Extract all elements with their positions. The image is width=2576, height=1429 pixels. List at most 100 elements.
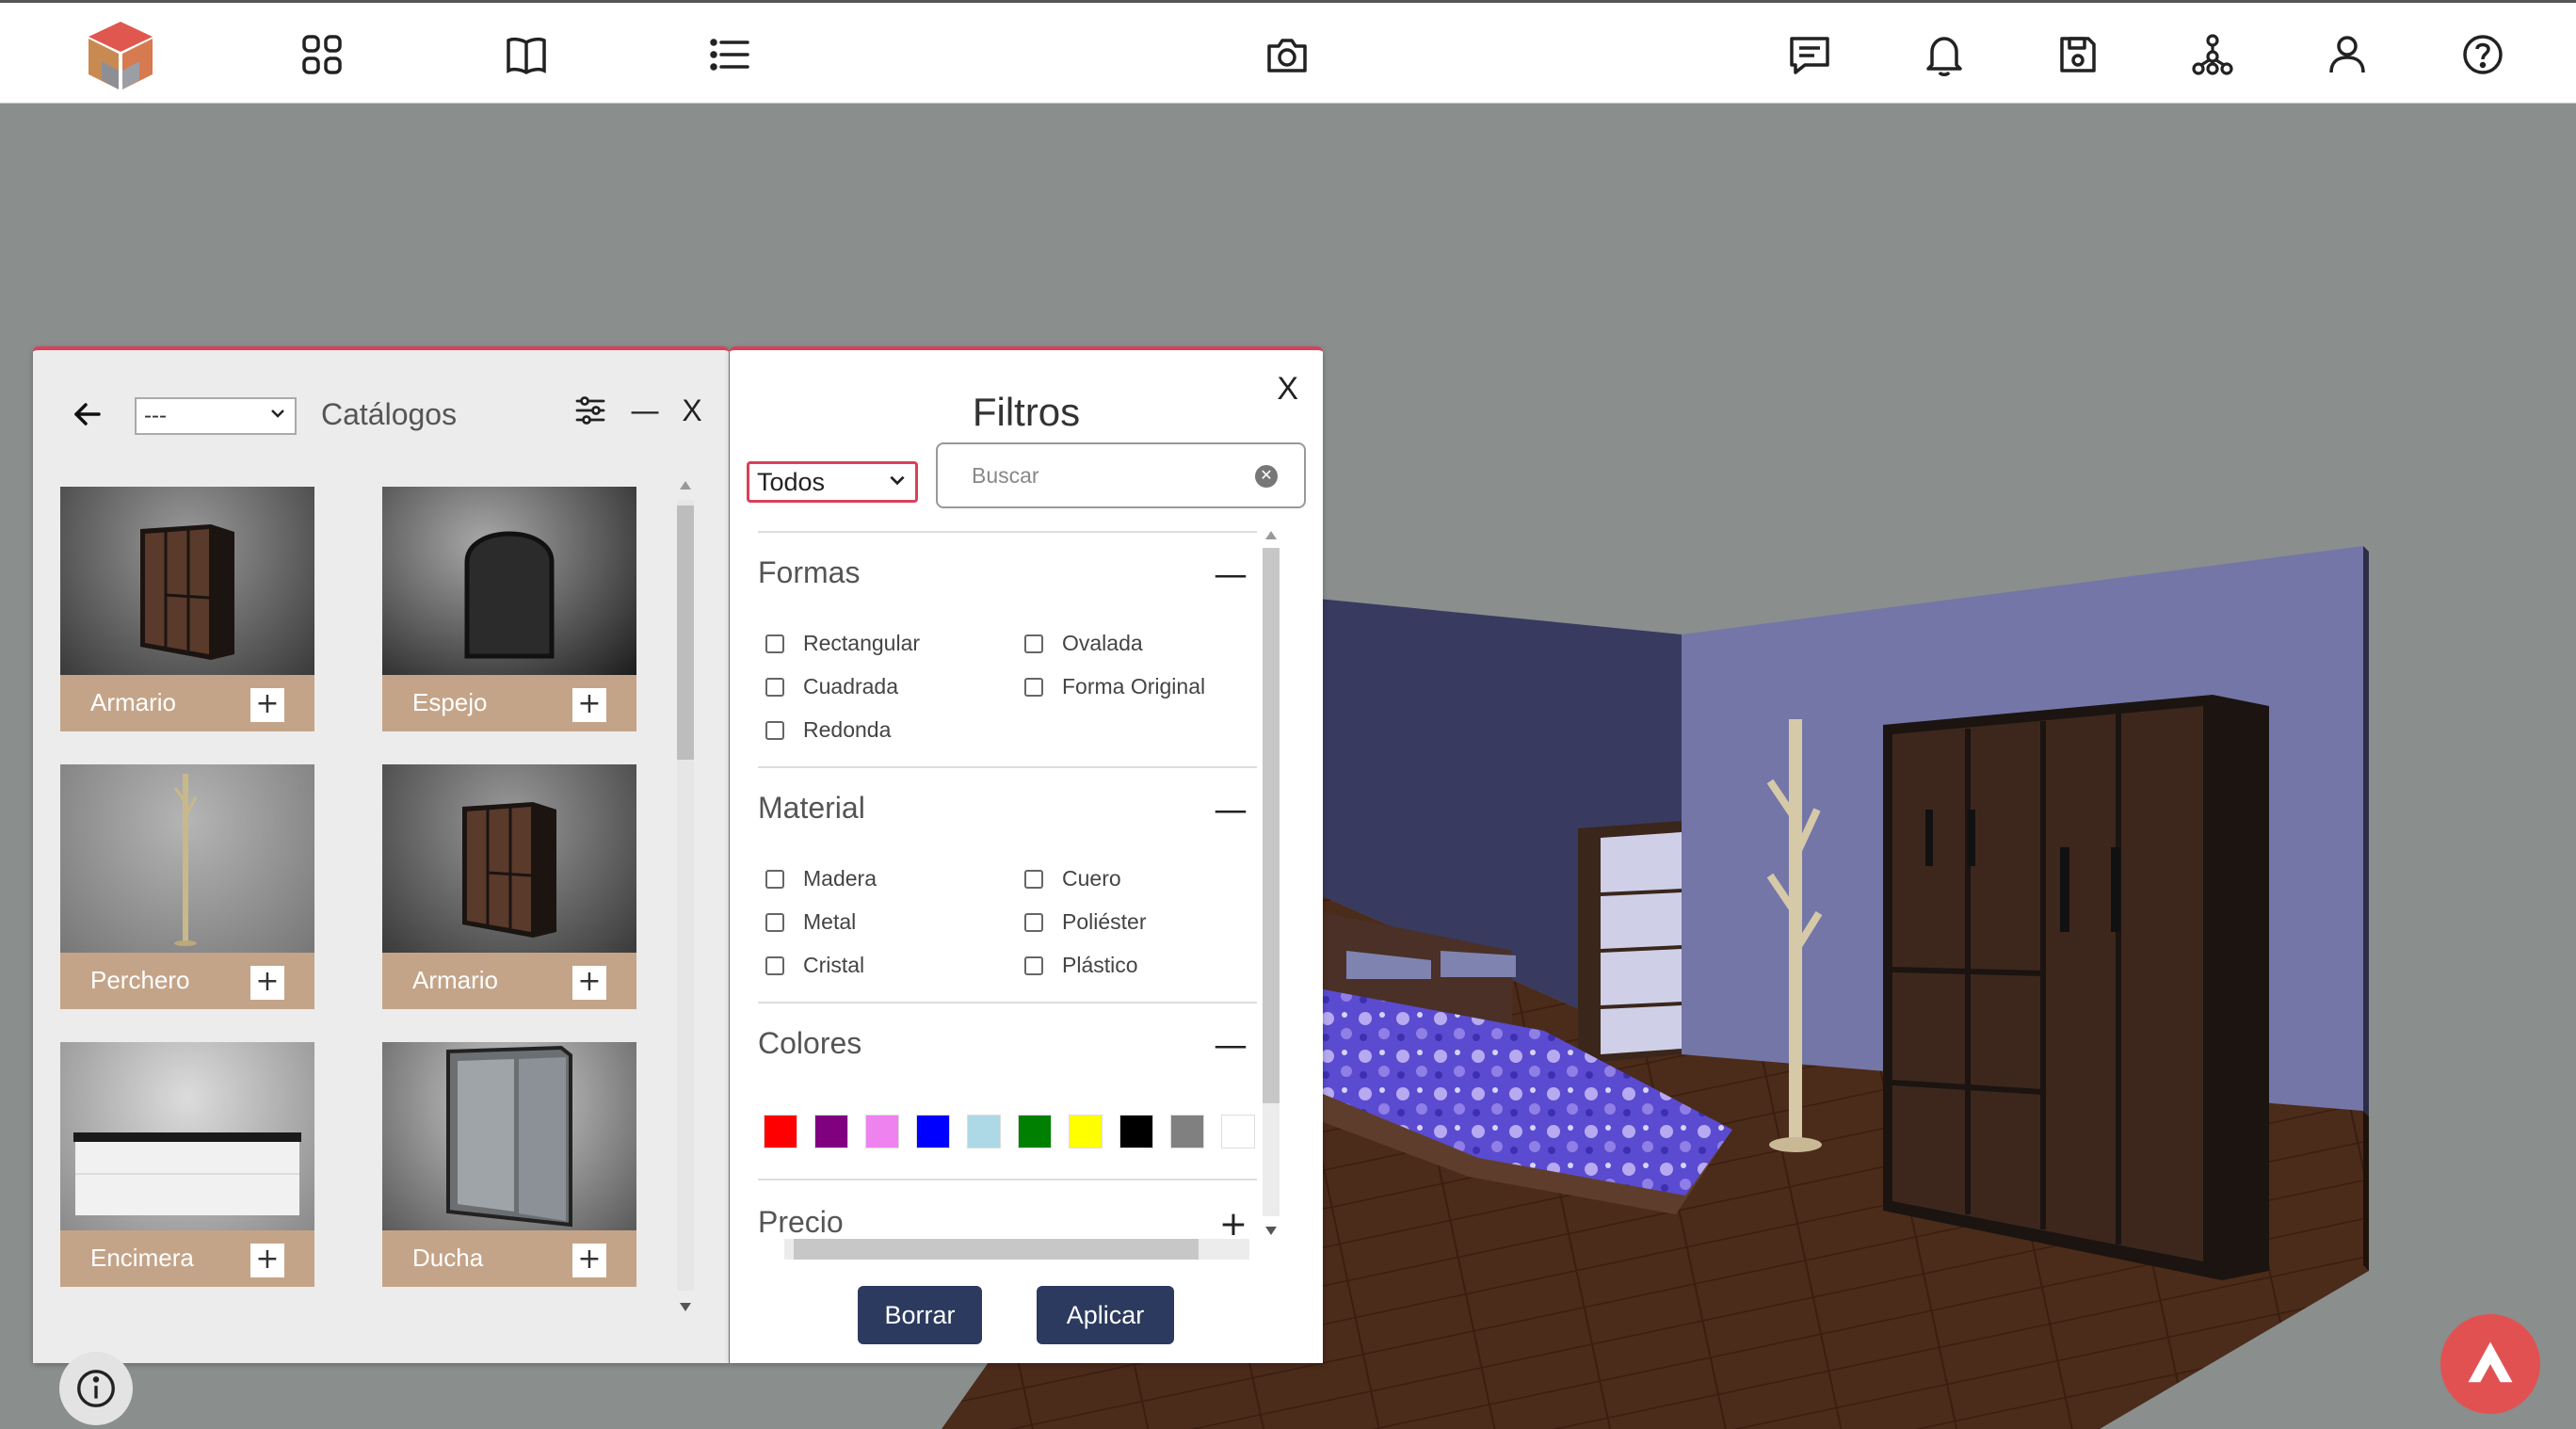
filters-scrollbar[interactable] (1257, 529, 1285, 1235)
bell-icon[interactable] (1919, 29, 1970, 80)
catalog-card[interactable]: Armario + (60, 487, 314, 731)
perchero-thumbnail (60, 764, 314, 953)
option-label: Cuadrada (803, 674, 899, 698)
network-icon[interactable] (2187, 29, 2238, 80)
color-swatch[interactable] (865, 1115, 899, 1148)
color-swatch[interactable] (967, 1115, 1001, 1148)
add-item-button[interactable]: + (250, 1244, 284, 1277)
catalog-card[interactable]: Espejo + (382, 487, 636, 731)
logo-icon[interactable] (83, 18, 158, 93)
option-label: Ovalada (1062, 631, 1143, 655)
close-button[interactable]: X (671, 390, 713, 431)
color-swatch[interactable] (1119, 1115, 1153, 1148)
checkbox[interactable] (1024, 955, 1043, 975)
collapse-toggle[interactable]: — (1214, 1026, 1248, 1065)
catalog-scrollbar[interactable] (671, 477, 700, 1315)
color-swatch[interactable] (1170, 1115, 1204, 1148)
back-arrow-icon[interactable] (69, 395, 106, 433)
add-item-button[interactable]: + (572, 966, 606, 1000)
option-cristal[interactable]: Cristal (765, 953, 864, 978)
checkbox[interactable] (1024, 677, 1043, 697)
help-icon[interactable] (2457, 29, 2508, 80)
info-button[interactable] (59, 1352, 133, 1425)
option-plastico[interactable]: Plástico (1024, 953, 1138, 978)
search-input[interactable]: Buscar ✕ (936, 442, 1306, 508)
category-select-value: Todos (757, 467, 826, 496)
apply-button[interactable]: Aplicar (1037, 1286, 1174, 1344)
option-rectangular[interactable]: Rectangular (765, 631, 920, 656)
brand-logo-button[interactable] (2440, 1314, 2540, 1414)
save-icon[interactable] (2053, 29, 2103, 80)
catalog-card[interactable]: Perchero + (60, 764, 314, 1009)
catalog-card[interactable]: Armario + (382, 764, 636, 1009)
filters-horizontal-scrollbar[interactable] (767, 1235, 1266, 1263)
encimera-thumbnail (60, 1042, 314, 1230)
camera-icon[interactable] (1262, 29, 1312, 80)
checkbox[interactable] (1024, 912, 1043, 932)
filters-panel: X Filtros Todos Buscar ✕ Formas — Rectan… (730, 346, 1323, 1363)
option-cuero[interactable]: Cuero (1024, 866, 1121, 891)
option-metal[interactable]: Metal (765, 909, 856, 935)
checkbox[interactable] (765, 677, 784, 697)
grid-icon[interactable] (297, 29, 347, 80)
scroll-down-icon[interactable] (680, 1303, 691, 1311)
category-select[interactable]: Todos (747, 461, 918, 503)
color-swatch[interactable] (764, 1115, 797, 1148)
clear-button[interactable]: Borrar (858, 1286, 982, 1344)
color-swatch[interactable] (1221, 1115, 1255, 1148)
minimize-button[interactable]: — (624, 390, 666, 431)
checkbox[interactable] (1024, 634, 1043, 653)
divider (758, 1179, 1257, 1180)
checkbox[interactable] (765, 955, 784, 975)
option-label: Cuero (1062, 866, 1121, 891)
catalog-card[interactable]: Ducha + (382, 1042, 636, 1287)
catalog-card[interactable]: Encimera + (60, 1042, 314, 1287)
color-swatch[interactable] (1018, 1115, 1052, 1148)
checkbox[interactable] (765, 912, 784, 932)
section-colores: Colores — (758, 1026, 1257, 1065)
color-swatch[interactable] (1069, 1115, 1103, 1148)
book-icon[interactable] (501, 29, 552, 80)
add-item-button[interactable]: + (250, 966, 284, 1000)
section-material: Material — (758, 791, 1257, 829)
scrollbar-thumb[interactable] (794, 1239, 1199, 1260)
section-title: Colores (758, 1026, 862, 1060)
section-title: Formas (758, 555, 861, 589)
option-madera[interactable]: Madera (765, 866, 877, 891)
collapse-toggle[interactable]: — (1214, 555, 1248, 594)
divider (758, 766, 1257, 768)
catalog-filter-select[interactable]: --- (135, 397, 297, 435)
list-icon[interactable] (704, 29, 755, 80)
search-placeholder: Buscar (972, 462, 1039, 488)
checkbox[interactable] (765, 634, 784, 653)
sliders-icon[interactable] (570, 390, 611, 431)
option-forma-original[interactable]: Forma Original (1024, 674, 1205, 699)
add-item-button[interactable]: + (250, 688, 284, 722)
scroll-down-icon[interactable] (1265, 1227, 1277, 1235)
option-poliester[interactable]: Poliéster (1024, 909, 1146, 935)
section-formas: Formas — (758, 555, 1257, 594)
option-label: Poliéster (1062, 909, 1147, 934)
user-icon[interactable] (2322, 29, 2373, 80)
checkbox[interactable] (765, 869, 784, 889)
option-cuadrada[interactable]: Cuadrada (765, 674, 898, 699)
checkbox[interactable] (1024, 869, 1043, 889)
collapse-toggle[interactable]: — (1214, 791, 1248, 829)
checkbox[interactable] (765, 720, 784, 740)
scroll-up-icon[interactable] (1265, 531, 1277, 539)
scrollbar-thumb[interactable] (677, 506, 694, 760)
add-item-button[interactable]: + (572, 688, 606, 722)
catalog-panel: --- Catálogos — X Armario + Espejo + Per… (33, 346, 729, 1363)
option-ovalada[interactable]: Ovalada (1024, 631, 1143, 656)
add-item-button[interactable]: + (572, 1244, 606, 1277)
scroll-up-icon[interactable] (680, 481, 691, 490)
option-label: Rectangular (803, 631, 921, 655)
option-redonda[interactable]: Redonda (765, 717, 891, 743)
option-label: Metal (803, 909, 857, 934)
chat-icon[interactable] (1784, 29, 1835, 80)
catalog-filter-select-value: --- (144, 403, 167, 428)
scrollbar-thumb[interactable] (1263, 548, 1280, 1103)
color-swatch[interactable] (916, 1115, 950, 1148)
color-swatch[interactable] (814, 1115, 848, 1148)
clear-search-icon[interactable]: ✕ (1255, 465, 1278, 488)
